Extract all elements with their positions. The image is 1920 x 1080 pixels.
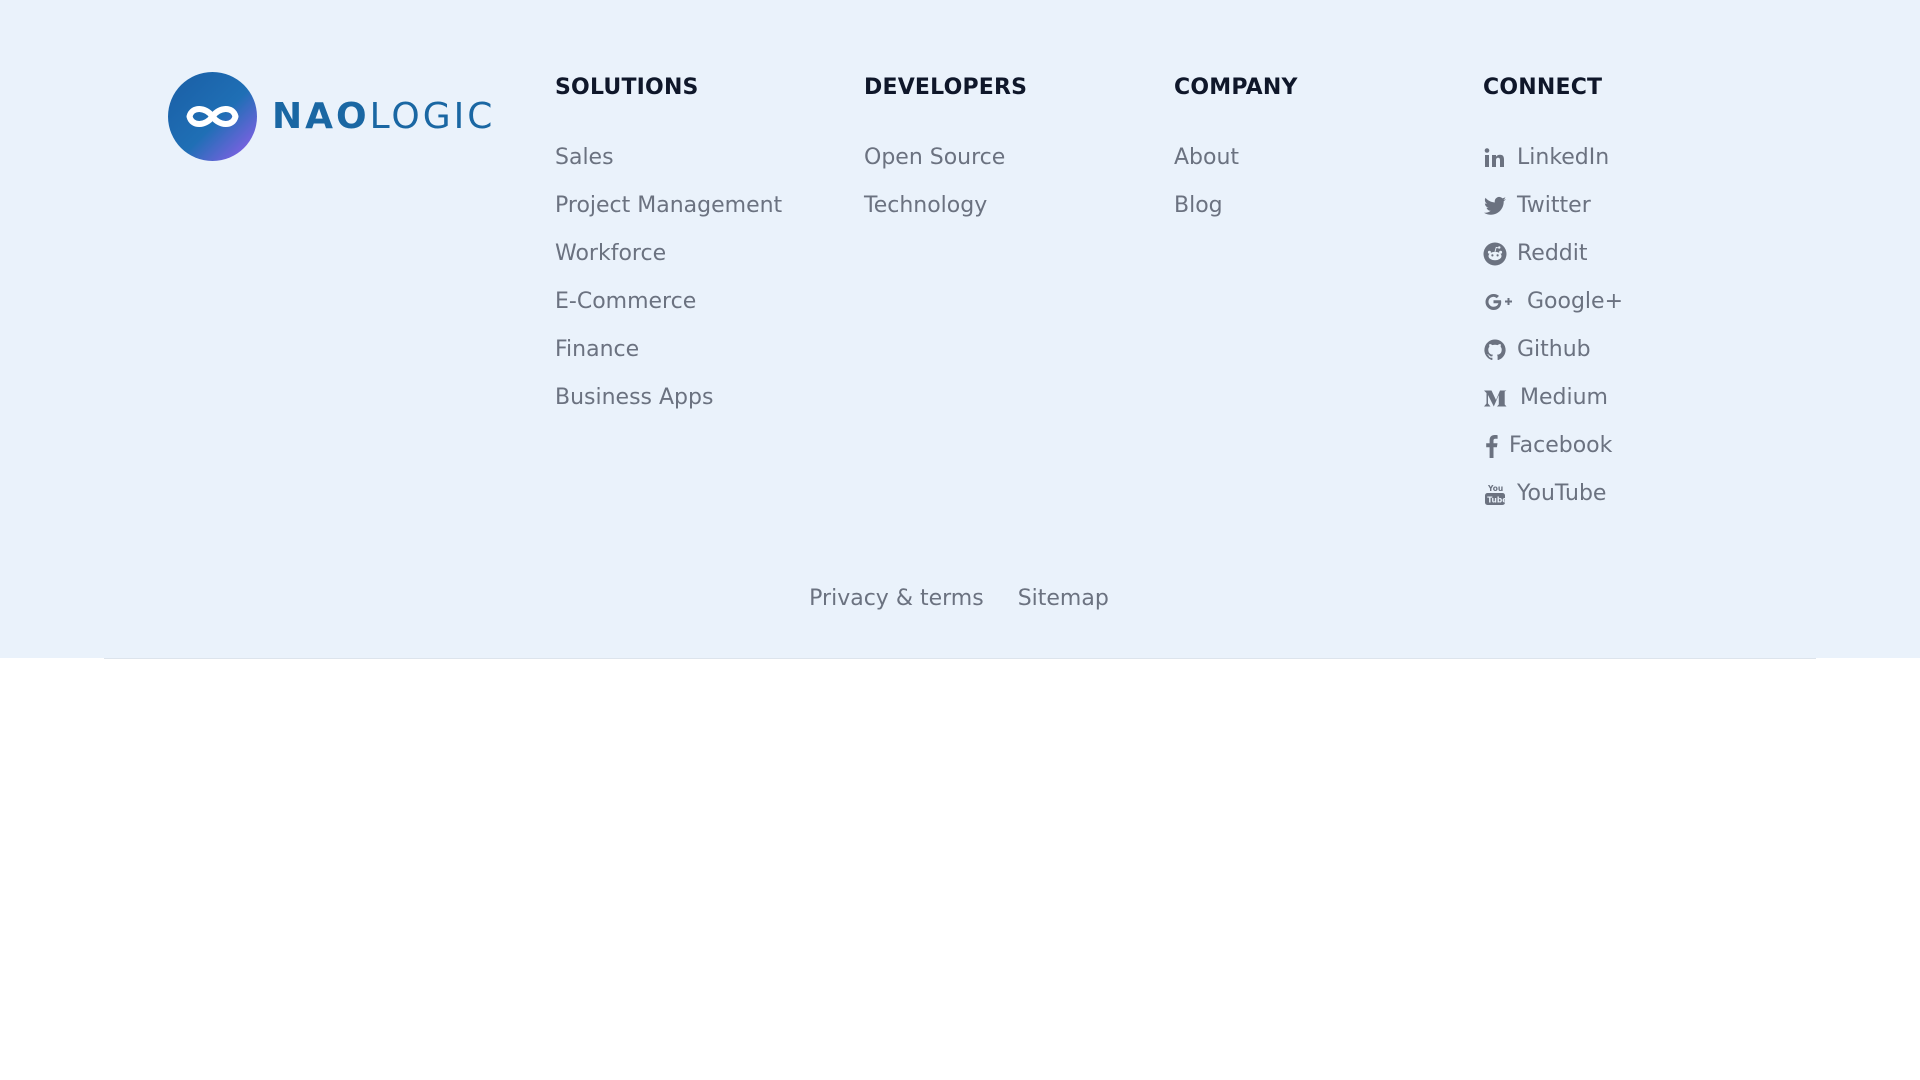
list-item: Finance: [555, 334, 782, 382]
list-item: Technology: [864, 190, 1027, 238]
linkedin-icon: [1483, 146, 1507, 170]
footer-link-workforce[interactable]: Workforce: [555, 238, 666, 270]
list-item: Sales: [555, 142, 782, 190]
social-link-github[interactable]: Github: [1483, 334, 1591, 366]
infinity-logo-icon: [168, 72, 257, 161]
column-heading: COMPANY: [1174, 75, 1298, 100]
social-link-youtube[interactable]: You Tube YouTube: [1483, 478, 1606, 510]
social-link-label: Github: [1517, 337, 1591, 362]
link-list: Sales Project Management Workforce E-Com…: [555, 142, 782, 430]
footer-column-connect: CONNECT LinkedIn Twitter Reddit Google+ …: [1483, 72, 1623, 526]
svg-text:You: You: [1487, 484, 1503, 493]
footer-link-project-management[interactable]: Project Management: [555, 190, 782, 222]
list-item: Project Management: [555, 190, 782, 238]
social-link-reddit[interactable]: Reddit: [1483, 238, 1588, 270]
list-item: Business Apps: [555, 382, 782, 430]
footer-divider: [104, 658, 1816, 659]
site-footer: NAOLOGIC SOLUTIONS Sales Project Managem…: [0, 0, 1920, 658]
svg-text:Tube: Tube: [1487, 495, 1507, 504]
social-link-label: Twitter: [1517, 193, 1591, 218]
footer-link-finance[interactable]: Finance: [555, 334, 639, 366]
social-link-facebook[interactable]: Facebook: [1483, 430, 1612, 462]
medium-icon: [1483, 386, 1510, 410]
social-link-linkedin[interactable]: LinkedIn: [1483, 142, 1609, 174]
youtube-icon: You Tube: [1483, 482, 1507, 506]
footer-bottom-links: Privacy & terms Sitemap: [0, 586, 1920, 611]
list-item: Blog: [1174, 190, 1298, 238]
footer-link-blog[interactable]: Blog: [1174, 190, 1223, 222]
list-item: Twitter: [1483, 190, 1623, 238]
footer-column-developers: DEVELOPERS Open Source Technology: [864, 72, 1027, 238]
brand-name-bold: NAO: [272, 95, 370, 137]
list-item: LinkedIn: [1483, 142, 1623, 190]
footer-link-technology[interactable]: Technology: [864, 190, 987, 222]
naologic-logo[interactable]: NAOLOGIC: [168, 72, 495, 161]
link-list: Open Source Technology: [864, 142, 1027, 238]
sitemap-link[interactable]: Sitemap: [1018, 586, 1109, 611]
list-item: Github: [1483, 334, 1623, 382]
twitter-icon: [1483, 194, 1507, 218]
list-item: E-Commerce: [555, 286, 782, 334]
reddit-icon: [1483, 242, 1507, 266]
list-item: Facebook: [1483, 430, 1623, 478]
list-item: Open Source: [864, 142, 1027, 190]
column-heading: SOLUTIONS: [555, 75, 699, 100]
footer-link-sales[interactable]: Sales: [555, 142, 614, 174]
list-item: About: [1174, 142, 1298, 190]
social-link-medium[interactable]: Medium: [1483, 382, 1608, 414]
brand-name-light: LOGIC: [369, 95, 496, 137]
social-link-label: YouTube: [1517, 481, 1607, 506]
facebook-icon: [1483, 434, 1499, 458]
privacy-terms-link[interactable]: Privacy & terms: [809, 586, 984, 611]
list-item: You Tube YouTube: [1483, 478, 1623, 526]
list-item: Google+: [1483, 286, 1623, 334]
list-item: Medium: [1483, 382, 1623, 430]
column-heading: CONNECT: [1483, 75, 1603, 100]
social-link-google-plus[interactable]: Google+: [1483, 286, 1623, 318]
social-link-label: Medium: [1520, 385, 1608, 410]
footer-column-solutions: SOLUTIONS Sales Project Management Workf…: [555, 72, 782, 430]
social-link-label: LinkedIn: [1517, 145, 1610, 170]
google-plus-icon: [1483, 290, 1517, 314]
footer-link-business-apps[interactable]: Business Apps: [555, 382, 713, 414]
social-link-twitter[interactable]: Twitter: [1483, 190, 1591, 222]
footer-column-company: COMPANY About Blog: [1174, 72, 1298, 238]
footer-link-about[interactable]: About: [1174, 142, 1239, 174]
social-link-label: Facebook: [1509, 433, 1613, 458]
brand-wordmark: NAOLOGIC: [272, 95, 496, 137]
link-list: About Blog: [1174, 142, 1298, 238]
link-list: LinkedIn Twitter Reddit Google+ Github M…: [1483, 142, 1623, 526]
list-item: Reddit: [1483, 238, 1623, 286]
github-icon: [1483, 338, 1507, 362]
list-item: Workforce: [555, 238, 782, 286]
column-heading: DEVELOPERS: [864, 75, 1028, 100]
social-link-label: Reddit: [1517, 241, 1588, 266]
social-link-label: Google+: [1527, 289, 1624, 314]
footer-link-open-source[interactable]: Open Source: [864, 142, 1005, 174]
footer-link-e-commerce[interactable]: E-Commerce: [555, 286, 696, 318]
